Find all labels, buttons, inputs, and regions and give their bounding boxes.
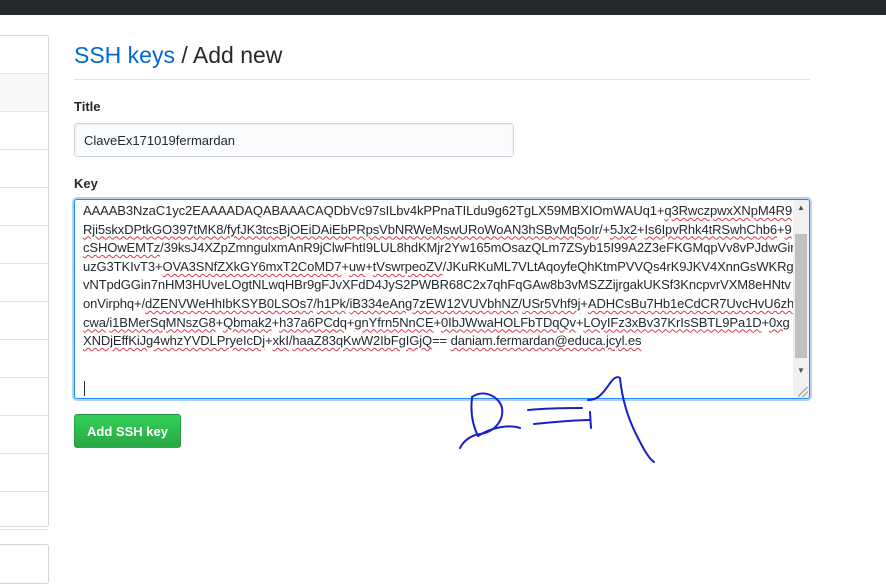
key-text-segment: == <box>432 333 451 349</box>
sidebar-secondary-box <box>0 544 49 584</box>
sidebar-item[interactable] <box>0 492 48 530</box>
key-textarea[interactable]: AAAAB3NzaC1yc2EAAAADAQABAAACAQDbVc97sILb… <box>74 199 810 399</box>
text-caret <box>84 381 85 396</box>
sidebar-item[interactable] <box>0 74 48 112</box>
key-textarea-content: AAAAB3NzaC1yc2EAAAADAQABAAACAQDbVc97sILb… <box>83 202 795 351</box>
resize-grip-icon[interactable] <box>798 387 808 397</box>
key-text-misspelled-segment: OVA3SNfZXkGY6mxT2CoMD7 <box>162 258 342 274</box>
title-input[interactable] <box>74 123 514 157</box>
key-text-segment: + <box>580 295 588 311</box>
scribble-stroke-d <box>459 392 521 449</box>
key-text-misspelled-segment: Is6IpvRhk4tRSwhChb6 <box>644 221 778 237</box>
scribble-stroke-tick <box>589 411 592 429</box>
top-navigation-bar <box>0 0 886 15</box>
key-text-segment: + <box>365 258 373 274</box>
key-text-misspelled-segment: dZENVWeHhIbKSYB0LSOs7 <box>145 295 314 311</box>
ssh-keys-breadcrumb-link[interactable]: SSH keys <box>74 42 175 68</box>
key-text-segment: + <box>761 314 770 330</box>
sidebar-item[interactable] <box>0 340 48 378</box>
sidebar-item[interactable] <box>0 226 48 264</box>
key-text-misspelled-segment: h1Pk <box>316 295 346 311</box>
key-text-misspelled-segment: 5Jx2 <box>609 221 638 237</box>
key-text-misspelled-segment: haaZ83qKwW2IbFgIGjQ <box>292 333 433 349</box>
key-text-segment: /+ <box>598 221 610 237</box>
key-text-misspelled-segment: Qbmak2 <box>223 314 272 330</box>
key-text-misspelled-segment: xkI <box>272 333 289 349</box>
sidebar-item[interactable] <box>0 416 48 454</box>
scribble-stroke-y <box>587 376 655 463</box>
key-text-misspelled-segment: iB334eAng7zEW12VUVbhNZ <box>349 295 519 311</box>
key-text-misspelled-segment: gnYfrn5NnCE <box>354 314 434 330</box>
key-text-misspelled-segment: daniam.fermardan@educa.jcyl.es <box>450 333 642 349</box>
textarea-scrollbar[interactable]: ▲ ▼ <box>793 200 809 398</box>
sidebar-item[interactable] <box>0 150 48 188</box>
sidebar-item[interactable] <box>0 302 48 340</box>
title-label: Title <box>74 99 101 114</box>
scribble-stroke-equals <box>527 407 591 425</box>
breadcrumb-current: Add new <box>192 42 283 68</box>
sidebar-item[interactable] <box>0 188 48 226</box>
key-text-misspelled-segment: LOyIFz3xBv37KrIsSBTL9Pa1D <box>583 314 762 330</box>
key-text-misspelled-segment: tVswrpeoZV <box>372 258 443 274</box>
sidebar-item[interactable] <box>0 264 48 302</box>
scroll-up-arrow-icon[interactable]: ▲ <box>793 200 809 216</box>
add-ssh-key-button[interactable]: Add SSH key <box>74 414 181 448</box>
key-text-segment: + <box>433 314 442 330</box>
sidebar-item[interactable] <box>0 454 48 492</box>
key-text-segment: + <box>637 221 645 237</box>
sidebar-item[interactable] <box>0 36 48 74</box>
key-text-segment: + <box>265 333 273 349</box>
scrollbar-thumb[interactable] <box>795 234 807 358</box>
sidebar-item[interactable] <box>0 112 48 150</box>
key-text-segment: + <box>271 314 280 330</box>
breadcrumb-separator: / <box>174 42 193 68</box>
key-text-segment: + <box>215 314 224 330</box>
key-text-misspelled-segment: i1BMerSqMNszG8 <box>109 314 216 330</box>
page-title: SSH keys / Add new <box>74 40 810 80</box>
scroll-down-arrow-icon[interactable]: ▼ <box>793 363 809 379</box>
key-text-misspelled-segment: h37a6PCdq <box>279 314 347 330</box>
handwritten-scribble <box>459 376 655 463</box>
key-text-misspelled-segment: uw <box>348 258 366 274</box>
key-text-segment: + <box>777 221 785 237</box>
key-text-misspelled-segment: USr5Vhf9j <box>522 295 581 311</box>
settings-sidebar <box>0 35 49 530</box>
key-text-misspelled-segment: 0IbJWwaHOLFbTDqQv <box>441 314 576 330</box>
key-label: Key <box>74 176 98 191</box>
key-text-segment: + <box>341 258 349 274</box>
sidebar-item[interactable] <box>0 378 48 416</box>
key-text-segment: AAAAB3NzaC1yc2EAAAADAQABAAACAQDbVc97sILb… <box>83 203 665 218</box>
